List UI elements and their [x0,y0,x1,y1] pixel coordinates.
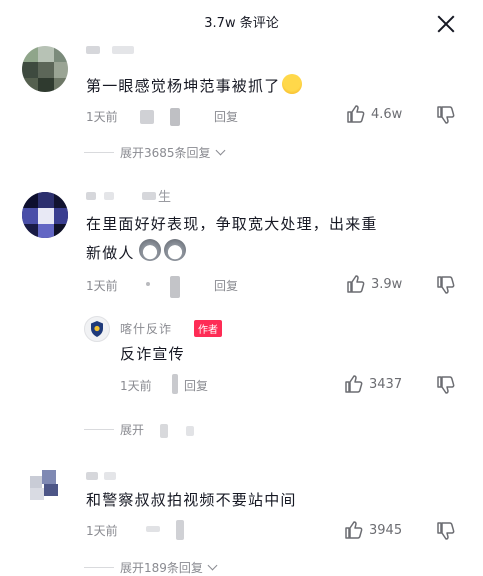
dislike-icon [437,106,455,124]
comment-text: 第一眼感觉杨坤范事被抓了 [86,72,303,101]
author-badge: 作者 [194,320,222,337]
reply-button[interactable]: 回复 [214,108,238,125]
username-blurred[interactable] [86,46,100,54]
author-name[interactable]: 喀什反诈 [120,320,172,337]
avatar[interactable] [22,46,68,92]
comment-text: 在里面好好表现，争取宽大处理，出来重 新做人 [86,210,378,268]
comment-time: 1天前 [86,110,118,124]
username-blurred[interactable] [142,192,156,200]
like-icon [345,375,363,393]
like-icon [347,275,365,293]
location-blurred [140,110,154,124]
like-button[interactable]: 3.9w [346,274,402,294]
location-blurred [146,526,160,532]
username-blurred[interactable] [104,192,114,200]
close-icon[interactable] [434,12,458,36]
expand-label: 展开 [120,423,145,437]
like-icon [345,521,363,539]
chevron-down-icon [207,560,218,571]
dislike-icon [437,522,455,540]
location-blurred [170,276,180,298]
divider [84,429,114,430]
expand-replies-button[interactable]: 展开3685条回复 [120,144,225,161]
expand-label: 展开189条回复 [120,561,203,575]
husky-emoji [138,239,161,261]
location-blurred [172,374,178,394]
avatar[interactable] [22,192,68,238]
dislike-button[interactable] [436,105,456,125]
like-icon [347,105,365,123]
like-count: 3437 [369,376,403,392]
expand-replies-button[interactable]: 展开189条回复 [120,559,218,576]
laughing-emoji [282,74,303,94]
dislike-button[interactable] [436,275,456,295]
like-count: 4.6w [371,106,403,122]
comment-line: 新做人 [86,239,378,268]
username-blurred[interactable] [86,192,96,200]
comment-line: 在里面好好表现，争取宽大处理，出来重 [86,215,378,233]
like-button[interactable]: 4.6w [346,104,402,124]
dislike-icon [437,276,455,294]
divider [84,567,114,568]
reply-time: 1天前 [120,379,152,393]
count-blurred [160,424,168,438]
location-blurred [176,520,184,540]
expand-replies-button[interactable]: 展开 [120,421,144,438]
location-blurred [170,108,180,126]
divider [84,152,114,153]
husky-emoji [163,239,186,261]
dislike-icon [437,376,455,394]
count-blurred [186,426,194,436]
like-count: 3.9w [371,276,403,292]
expand-label: 展开3685条回复 [120,146,211,160]
reply-button[interactable]: 回复 [184,377,208,394]
like-button[interactable]: 3437 [344,374,402,394]
username-blurred[interactable] [104,472,116,480]
reply-text: 反诈宣传 [120,345,185,363]
comment-time: 1天前 [86,279,118,293]
dislike-button[interactable] [436,521,456,541]
username-blurred[interactable] [112,46,134,54]
comment-time: 1天前 [86,524,118,538]
reply-button[interactable]: 回复 [214,277,238,294]
comments-count-title: 3.7w 条评论 [204,16,279,31]
police-badge-icon [91,321,103,337]
chevron-down-icon [215,145,225,156]
username-suffix[interactable]: 生 [158,186,171,205]
author-avatar[interactable] [84,316,110,342]
like-button[interactable]: 3945 [344,520,402,540]
like-count: 3945 [369,522,403,538]
avatar[interactable] [22,466,68,512]
comment-text: 和警察叔叔拍视频不要站中间 [86,491,297,509]
username-blurred[interactable] [86,472,98,480]
dislike-button[interactable] [436,375,456,395]
location-blurred [146,282,150,286]
